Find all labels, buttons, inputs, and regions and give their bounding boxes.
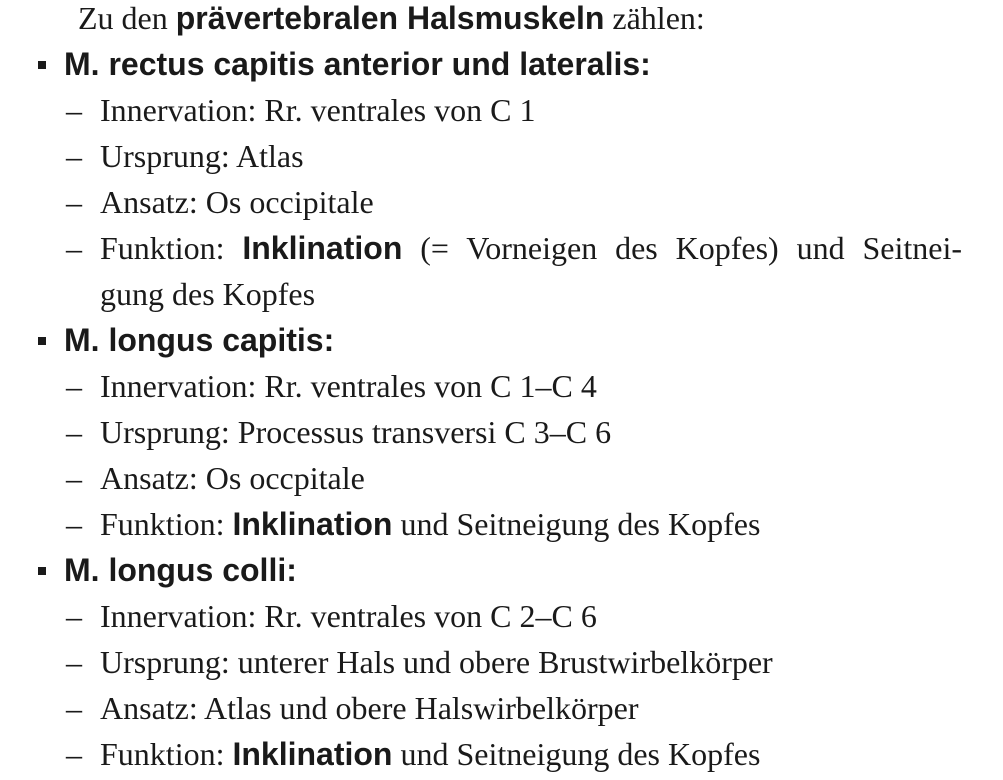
list-item-text: Ursprung: Processus transversi C 3–C 6 [100,414,612,450]
intro-bold-term: prävertebralen Halsmuskeln [175,0,605,36]
intro-suffix: zählen: [604,0,705,36]
intro-sentence: Zu den prävertebralen Halsmuskeln zählen… [78,0,705,41]
dash-marker: – [66,368,82,404]
function-text: Funktion: Inklination (= Vorneigen des K… [100,225,962,271]
function-bold-term: Inklination [242,230,403,266]
function-bold-term: Inklination [232,736,393,772]
list-item-text: Innervation: Rr. ventrales von C 1 [100,92,536,128]
list-item-text: Innervation: Rr. ventrales von C 2–C 6 [100,598,597,634]
dash-marker: – [66,184,82,220]
square-bullet-icon [38,566,46,575]
muscle-heading: M. longus capitis: [38,317,334,363]
muscle-heading: M. rectus capitis anterior und lateralis… [38,41,651,87]
function-label: Funktion: [100,230,243,266]
list-item-text: Ansatz: Os occipitale [100,184,374,220]
muscle-name: M. rectus capitis anterior und lateralis… [64,46,651,82]
list-item: – Ursprung: unterer Hals und obere Brustw… [66,639,773,685]
list-item: – Innervation: Rr. ventrales von C 1 [66,87,535,133]
function-label: Funktion: [100,736,233,772]
function-rest: und Seitneigung des Kopfes [392,736,761,772]
muscle-heading: M. longus colli: [38,547,297,593]
function-continuation: gung des Kopfes [100,276,316,312]
list-item-text: Ansatz: Os occpitale [100,460,365,496]
list-item-text: Innervation: Rr. ventrales von C 1–C 4 [100,368,597,404]
function-rest: und Seitneigung des Kopfes [392,506,761,542]
list-item: – Ursprung: Atlas [66,133,304,179]
list-item: – Innervation: Rr. ventrales von C 2–C 6 [66,593,597,639]
function-item: – Funktion: Inklination und Seitneigung d… [66,501,760,547]
dash-marker: – [66,506,82,542]
intro-prefix: Zu den [78,0,176,36]
list-item-text: Ursprung: unterer Hals und obere Brustwi… [100,644,773,680]
list-item: – Ansatz: Atlas und obere Halswirbelkörpe… [66,685,639,731]
list-item: – Ursprung: Processus transversi C 3–C 6 [66,409,611,455]
function-item: – Funktion: Inklination (= Vorneigen des … [66,225,962,271]
dash-marker: – [66,690,82,726]
function-item: – Funktion: Inklination und Seitneigung d… [66,731,760,777]
dash-marker: – [66,736,82,772]
function-bold-term: Inklination [232,506,393,542]
dash-marker: – [66,138,82,174]
dash-marker: – [66,414,82,450]
list-item-text: Ursprung: Atlas [100,138,304,174]
dash-marker: – [66,598,82,634]
dash-marker: – [66,92,82,128]
dash-marker: – [66,644,82,680]
dash-marker: – [66,230,82,266]
square-bullet-icon [38,60,46,69]
dash-marker: – [66,460,82,496]
muscle-name: M. longus colli: [64,552,297,588]
function-rest: (= Vorneigen des Kopfes) und Seitnei- [402,230,963,266]
list-item: – Ansatz: Os occipitale [66,179,374,225]
function-label: Funktion: [100,506,233,542]
list-item: – Innervation: Rr. ventrales von C 1–C 4 [66,363,597,409]
muscle-name: M. longus capitis: [64,322,335,358]
square-bullet-icon [38,336,46,345]
list-item: – Ansatz: Os occpitale [66,455,365,501]
list-item-text: Ansatz: Atlas und obere Halswirbelkörper [100,690,639,726]
